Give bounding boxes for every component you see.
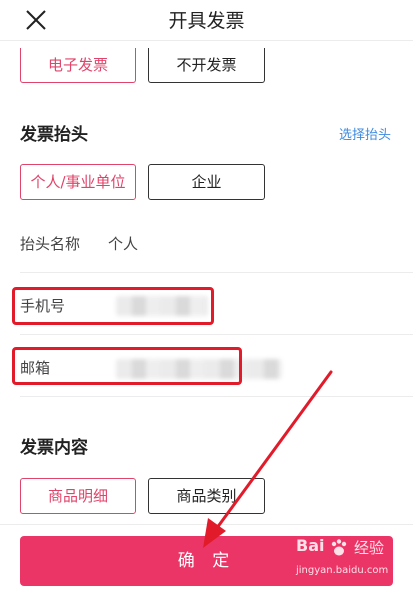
section-title-invoice-header: 发票抬头	[20, 125, 88, 145]
phone-highlight-box	[12, 287, 214, 325]
header-name-value: 个人	[108, 235, 139, 253]
header-name-label: 抬头名称	[20, 235, 81, 253]
divider	[20, 334, 413, 335]
confirm-button[interactable]: 确 定	[20, 536, 393, 586]
option-no-invoice[interactable]: 不开发票	[148, 48, 265, 83]
divider	[20, 396, 413, 397]
option-company[interactable]: 企业	[148, 164, 265, 200]
top-bar: 开具发票	[0, 0, 413, 41]
email-highlight-box	[12, 347, 242, 385]
select-header-link[interactable]: 选择抬头	[339, 124, 391, 143]
option-personal[interactable]: 个人/事业单位	[20, 164, 136, 200]
divider	[20, 272, 413, 273]
option-item-details[interactable]: 商品明细	[20, 478, 136, 514]
page-title: 开具发票	[168, 10, 245, 32]
option-electronic-invoice[interactable]: 电子发票	[20, 48, 136, 83]
option-item-category[interactable]: 商品类别	[148, 478, 265, 514]
section-title-invoice-content: 发票内容	[20, 438, 88, 458]
